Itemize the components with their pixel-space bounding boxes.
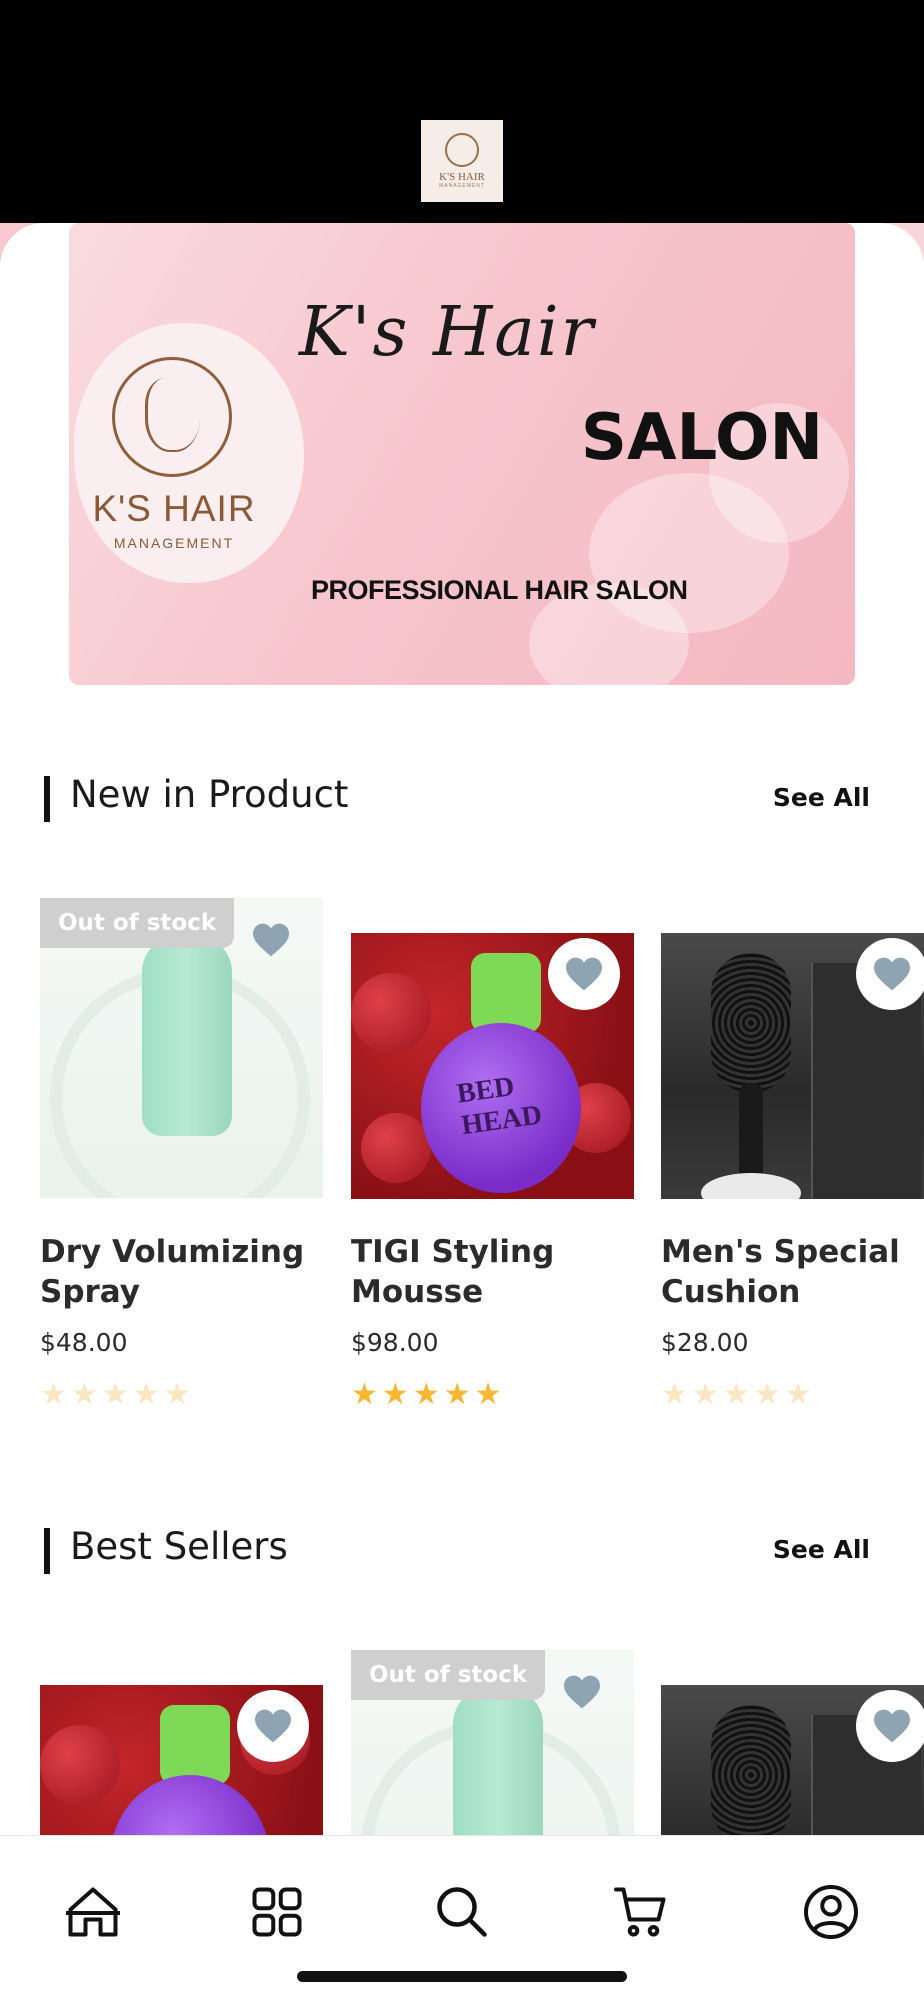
star-icon: ★ <box>381 1377 409 1412</box>
logo-subtitle: MANAGEMENT <box>439 183 485 189</box>
rating-stars: ★ ★ ★ ★ ★ <box>40 1380 191 1410</box>
star-icon: ★ <box>691 1377 719 1412</box>
heart-icon <box>564 1675 600 1709</box>
star-icon: ★ <box>661 1377 688 1412</box>
section-header-best-sellers: Best Sellers See All <box>44 1525 880 1575</box>
bottle-label-art: BED HEAD <box>454 1070 544 1142</box>
see-all-link[interactable]: See All <box>773 783 870 812</box>
promo-banner[interactable]: K'S HAIR MANAGEMENT K's Hair SALON PROFE… <box>69 223 855 685</box>
section-accent-bar <box>44 776 50 822</box>
logo-emblem <box>445 133 479 167</box>
woman-profile-icon <box>112 357 232 477</box>
product-price: $28.00 <box>661 1328 749 1357</box>
star-icon: ★ <box>784 1377 812 1412</box>
product-price: $98.00 <box>351 1328 439 1357</box>
heart-icon <box>255 1709 291 1743</box>
categories-icon <box>252 1887 302 1937</box>
star-icon: ★ <box>132 1377 160 1412</box>
brush-stand <box>701 1173 801 1199</box>
favorite-button[interactable] <box>235 904 307 976</box>
banner-salon-word: SALON <box>580 401 823 475</box>
nav-cart[interactable] <box>605 1876 677 1948</box>
product-price: $48.00 <box>40 1328 128 1357</box>
product-name: Dry Volumizing Spray <box>40 1234 305 1310</box>
logo-name: K'S HAIR <box>439 171 485 183</box>
section-title: Best Sellers <box>70 1525 288 1568</box>
rating-stars: ★ ★ ★ ★ ★ <box>351 1380 502 1410</box>
favorite-button[interactable] <box>856 1690 924 1762</box>
star-icon: ★ <box>474 1377 502 1412</box>
product-name: TIGI Styling Mousse <box>351 1234 555 1310</box>
favorite-button[interactable] <box>548 938 620 1010</box>
star-icon: ★ <box>163 1377 191 1412</box>
product-name: Men's Special Cushion <box>661 1234 900 1310</box>
brush-head <box>711 953 791 1093</box>
section-title: New in Product <box>70 773 349 816</box>
heart-icon <box>874 1709 910 1743</box>
profile-icon <box>804 1885 858 1939</box>
section-header-new-in: New in Product See All <box>44 773 880 823</box>
nav-categories[interactable] <box>241 1876 313 1948</box>
favorite-button[interactable] <box>546 1656 618 1728</box>
heart-icon <box>566 957 602 991</box>
star-icon: ★ <box>443 1377 471 1412</box>
home-indicator[interactable] <box>297 1971 627 1982</box>
fruit-decoration <box>40 1725 120 1805</box>
best-sellers-row: Out of stock <box>0 1650 924 1850</box>
nav-profile[interactable] <box>795 1876 867 1948</box>
star-icon: ★ <box>412 1377 440 1412</box>
favorite-button[interactable] <box>237 1690 309 1762</box>
spray-bottle <box>453 1688 543 1850</box>
see-all-link[interactable]: See All <box>773 1535 870 1564</box>
cart-icon <box>614 1887 666 1937</box>
fruit-decoration <box>351 973 431 1053</box>
brush-head <box>711 1705 791 1845</box>
out-of-stock-badge: Out of stock <box>351 1650 546 1700</box>
badge-name: K'S HAIR <box>92 488 256 529</box>
out-of-stock-badge: Out of stock <box>40 898 235 948</box>
rating-stars: ★ ★ ★ ★ ★ <box>661 1380 812 1410</box>
star-icon: ★ <box>351 1377 378 1412</box>
spray-bottle <box>142 936 232 1136</box>
banner-script-title: K's Hair <box>299 293 596 372</box>
heart-icon <box>253 923 289 957</box>
banner-tagline: PROFESSIONAL HAIR SALON <box>311 575 688 605</box>
heart-icon <box>874 957 910 991</box>
top-header: K'S HAIR MANAGEMENT <box>0 0 924 223</box>
content-sheet: K'S HAIR MANAGEMENT K's Hair SALON PROFE… <box>0 223 924 2000</box>
star-icon: ★ <box>722 1377 750 1412</box>
mousse-pump <box>160 1705 230 1785</box>
nav-search[interactable] <box>426 1876 498 1948</box>
star-icon: ★ <box>70 1377 98 1412</box>
favorite-button[interactable] <box>856 938 924 1010</box>
banner-logo-badge: K'S HAIR MANAGEMENT <box>74 323 304 583</box>
star-icon: ★ <box>40 1377 67 1412</box>
section-accent-bar <box>44 1528 50 1574</box>
mousse-pump <box>471 953 541 1033</box>
search-icon <box>437 1887 487 1937</box>
new-products-row: Out of stock Dry Volumizing Spray $48.00… <box>0 898 924 1458</box>
brand-logo[interactable]: K'S HAIR MANAGEMENT <box>421 120 503 202</box>
fruit-decoration <box>361 1113 431 1183</box>
star-icon: ★ <box>101 1377 129 1412</box>
star-icon: ★ <box>753 1377 781 1412</box>
nav-active-indicator <box>66 1911 120 1915</box>
badge-subtitle: MANAGEMENT <box>113 535 235 551</box>
